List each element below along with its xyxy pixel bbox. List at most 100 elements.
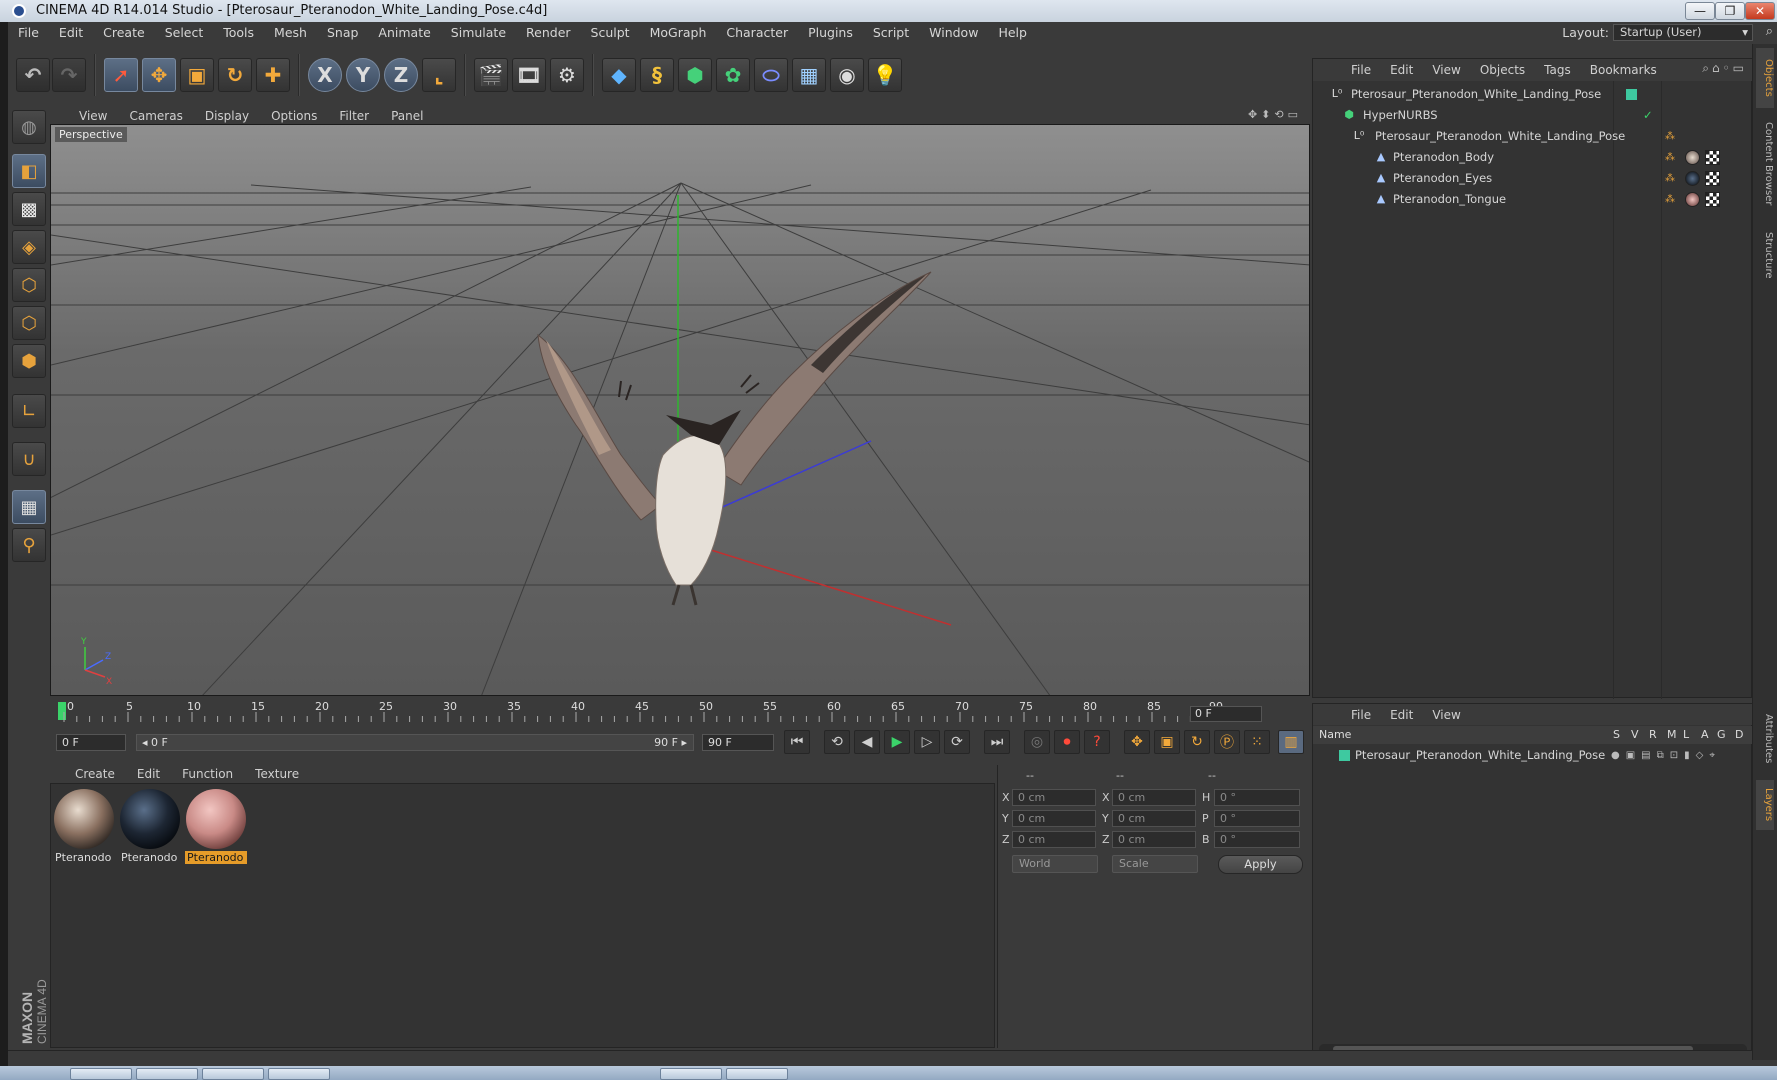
layer-col-locked[interactable]: L [1683, 726, 1689, 744]
material-tag-icon[interactable] [1685, 192, 1700, 207]
snapping-icon[interactable]: ▦ [12, 490, 46, 524]
object-row[interactable]: ⬢ HyperNURBS ✓ [1313, 105, 1753, 126]
edges-mode-icon[interactable]: ⬡ [12, 306, 46, 340]
live-selection-icon[interactable]: ➚ [104, 58, 138, 92]
rotation-h-field[interactable]: 0 ° [1214, 789, 1300, 806]
play-icon[interactable]: ▶ [884, 730, 910, 754]
material-swatch[interactable]: Pteranodo [53, 789, 115, 864]
menu-file[interactable]: File [8, 22, 49, 43]
viewport-menu-panel[interactable]: Panel [382, 109, 436, 123]
restore-icon[interactable]: ❐ [1715, 2, 1745, 20]
layer-menu-view[interactable]: View [1422, 708, 1469, 722]
viewport-nav-icons[interactable]: ✥⬍⟲▭ [1248, 108, 1302, 121]
object-row[interactable]: L⁰ Pterosaur_Pteranodon_White_Landing_Po… [1313, 126, 1753, 147]
key-position-icon[interactable]: ✥ [1124, 730, 1150, 754]
layer-menu-edit[interactable]: Edit [1380, 708, 1422, 722]
taskbar-button[interactable] [268, 1068, 330, 1080]
layer-col-render[interactable]: R [1649, 726, 1657, 744]
menu-script[interactable]: Script [863, 22, 919, 43]
camera-icon[interactable]: ◉ [830, 58, 864, 92]
tab-layers[interactable]: Layers [1756, 780, 1774, 830]
menu-sculpt[interactable]: Sculpt [581, 22, 640, 43]
layer-col-name[interactable]: Name [1319, 726, 1351, 744]
material-menu-edit[interactable]: Edit [128, 767, 173, 781]
undo-icon[interactable]: ↶ [16, 58, 50, 92]
object-row[interactable]: ▲ Pteranodon_Body ⁂ [1313, 147, 1753, 168]
om-search-home-icons[interactable]: ⌕⌂◦▭ [1702, 61, 1747, 76]
menu-create[interactable]: Create [93, 22, 155, 43]
om-menu-view[interactable]: View [1422, 63, 1469, 77]
sculpt-mode-icon[interactable]: ◍ [12, 110, 46, 144]
material-menu-texture[interactable]: Texture [246, 767, 312, 781]
cube-primitive-icon[interactable]: ◆ [602, 58, 636, 92]
model-mode-icon[interactable]: ◧ [12, 154, 46, 188]
x-axis-lock-icon[interactable]: X [308, 58, 342, 92]
axis-mode-icon[interactable]: ∟ [12, 394, 46, 428]
key-rotation-icon[interactable]: ↻ [1184, 730, 1210, 754]
taskbar-button[interactable] [70, 1068, 132, 1080]
search-icon[interactable]: ⌕ [1766, 24, 1773, 39]
menu-help[interactable]: Help [988, 22, 1037, 43]
om-menu-file[interactable]: File [1341, 63, 1380, 77]
tab-attributes[interactable]: Attributes [1756, 704, 1774, 774]
uvw-tag-icon[interactable] [1705, 150, 1720, 165]
start-frame-field[interactable]: 0 F [56, 734, 126, 751]
tab-objects[interactable]: Objects [1756, 48, 1774, 108]
transform-icon[interactable]: ✚ [256, 58, 290, 92]
coordinate-system-icon[interactable]: ⌞ [422, 58, 456, 92]
viewport-menu-options[interactable]: Options [262, 109, 330, 123]
layer-color-swatch[interactable] [1339, 750, 1350, 761]
render-view-icon[interactable]: 🎬 [474, 58, 508, 92]
menu-tools[interactable]: Tools [213, 22, 264, 43]
coordinate-mode-select[interactable]: World [1012, 855, 1098, 873]
timeline-ruler[interactable]: 0 5 10 15 20 25 30 35 40 45 50 55 60 65 … [50, 698, 1310, 726]
apply-button[interactable]: Apply [1218, 855, 1303, 874]
size-x-field[interactable]: 0 cm [1112, 789, 1196, 806]
om-menu-edit[interactable]: Edit [1380, 63, 1422, 77]
current-frame-field[interactable]: 0 F [1190, 706, 1262, 722]
viewport-menu-display[interactable]: Display [196, 109, 262, 123]
material-swatch[interactable]: Pteranodo [119, 789, 181, 864]
rotate-icon[interactable]: ↻ [218, 58, 252, 92]
record-position-icon[interactable]: ◎ [1024, 730, 1050, 754]
polygons-mode-icon[interactable]: ⬢ [12, 344, 46, 378]
menu-snap[interactable]: Snap [317, 22, 368, 43]
minimize-icon[interactable]: — [1685, 2, 1715, 20]
light-icon[interactable]: 💡 [868, 58, 902, 92]
phong-tag-icon[interactable]: ⁂ [1665, 147, 1675, 168]
material-menu-function[interactable]: Function [173, 767, 246, 781]
material-swatch[interactable]: Pteranodo [185, 789, 247, 864]
end-frame-field[interactable]: 90 F [702, 734, 774, 751]
layer-col-deformers[interactable]: D [1735, 726, 1743, 744]
layer-col-animation[interactable]: A [1701, 726, 1709, 744]
material-tag-icon[interactable] [1685, 171, 1700, 186]
position-x-field[interactable]: 0 cm [1012, 789, 1096, 806]
menu-mograph[interactable]: MoGraph [640, 22, 717, 43]
rotation-b-field[interactable]: 0 ° [1214, 831, 1300, 848]
nurbs-icon[interactable]: ⬢ [678, 58, 712, 92]
uvw-tag-icon[interactable] [1705, 192, 1720, 207]
tab-content-browser[interactable]: Content Browser [1756, 114, 1774, 214]
phong-tag-icon[interactable]: ⁂ [1665, 168, 1675, 189]
taskbar-button[interactable] [136, 1068, 198, 1080]
key-pla-icon[interactable]: ⁙ [1244, 730, 1270, 754]
array-icon[interactable]: ✿ [716, 58, 750, 92]
record-active-icon[interactable]: ⏺ [1054, 730, 1080, 754]
object-row[interactable]: ▲ Pteranodon_Eyes ⁂ [1313, 168, 1753, 189]
render-picture-viewer-icon[interactable]: 🎞 [512, 58, 546, 92]
object-row[interactable]: ▲ Pteranodon_Tongue ⁂ [1313, 189, 1753, 210]
y-axis-lock-icon[interactable]: Y [346, 58, 380, 92]
menu-character[interactable]: Character [716, 22, 798, 43]
viewport-menu-filter[interactable]: Filter [330, 109, 382, 123]
previous-frame-icon[interactable]: ◀ [854, 730, 880, 754]
layer-col-generators[interactable]: G [1717, 726, 1726, 744]
key-parameter-icon[interactable]: Ⓟ [1214, 730, 1240, 754]
layer-menu-file[interactable]: File [1341, 708, 1380, 722]
workplane-mode-icon[interactable]: ◈ [12, 230, 46, 264]
magnet-icon[interactable]: ∪ [12, 442, 46, 476]
object-row[interactable]: L⁰ Pterosaur_Pteranodon_White_Landing_Po… [1313, 84, 1753, 105]
scale-icon[interactable]: ▣ [180, 58, 214, 92]
next-key-icon[interactable]: ⟳ [944, 730, 970, 754]
texture-mode-icon[interactable]: ▩ [12, 192, 46, 226]
frame-range-slider[interactable]: ◂ 0 F 90 F ▸ [136, 734, 694, 751]
